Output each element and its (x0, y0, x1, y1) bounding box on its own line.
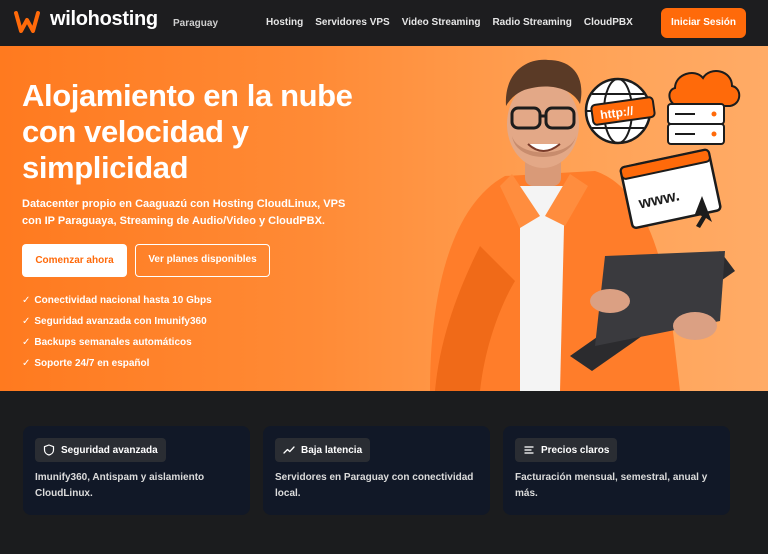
brand-country: Paraguay (173, 18, 219, 29)
hero-description: Datacenter propio en Caaguazú con Hostin… (22, 198, 346, 227)
feature-list: ✓ Conectividad nacional hasta 10 Gbps ✓ Se… (22, 294, 212, 378)
feature-card-latency: Baja latencia Servidores en Paraguay con… (263, 426, 490, 515)
feature-item: ✓ Seguridad avanzada con Imunify360 (22, 316, 207, 327)
card-description: Servidores en Paraguay con conectividad … (275, 472, 474, 499)
nav-link-radio-streaming[interactable]: Radio Streaming (492, 17, 571, 28)
nav-links: Hosting Servidores VPS Video Streaming R… (266, 17, 645, 28)
trend-icon (283, 446, 295, 454)
feature-card-pricing: Precios claros Facturación mensual, seme… (503, 426, 730, 515)
shield-icon (43, 444, 55, 456)
view-plans-button[interactable]: Ver planes disponibles (135, 244, 270, 277)
card-description: Facturación mensual, semestral, anual y … (515, 472, 708, 499)
card-badge: Precios claros (515, 438, 618, 462)
card-description: Imunify360, Antispam y aislamiento Cloud… (35, 472, 205, 499)
top-navbar: wilohosting Paraguay Hosting Servidores … (0, 0, 768, 46)
check-icon: ✓ (22, 316, 31, 327)
nav-link-cloudpbx[interactable]: CloudPBX (584, 17, 633, 28)
list-icon (524, 446, 534, 454)
card-title: Precios claros (541, 444, 610, 456)
card-title: Baja latencia (301, 444, 363, 456)
logo-icon[interactable] (14, 11, 40, 33)
hero-section: Alojamiento en la nube con velocidad y s… (0, 46, 768, 391)
feature-card-security: Seguridad avanzada Imunify360, Antispam … (23, 426, 250, 515)
nav-link-hosting[interactable]: Hosting (266, 17, 303, 28)
card-badge: Seguridad avanzada (35, 438, 166, 462)
feature-item: ✓ Backups semanales automáticos (22, 337, 192, 348)
check-icon: ✓ (22, 337, 31, 348)
feature-item: ✓ Conectividad nacional hasta 10 Gbps (22, 295, 212, 306)
brand-name[interactable]: wilohosting (50, 8, 158, 31)
start-now-button[interactable]: Comenzar ahora (22, 244, 127, 277)
feature-item: ✓ Soporte 24/7 en español (22, 358, 150, 369)
check-icon: ✓ (22, 295, 31, 306)
nav-link-vps[interactable]: Servidores VPS (315, 17, 389, 28)
login-button[interactable]: Iniciar Sesión (661, 8, 746, 38)
features-section: Seguridad avanzada Imunify360, Antispam … (0, 391, 768, 554)
card-title: Seguridad avanzada (61, 444, 158, 456)
check-icon: ✓ (22, 358, 31, 369)
nav-link-video-streaming[interactable]: Video Streaming (402, 17, 481, 28)
hero-title: Alojamiento en la nube con velocidad y s… (22, 78, 353, 185)
card-badge: Baja latencia (275, 438, 371, 462)
hero-illustration: http:// www. (430, 59, 741, 391)
